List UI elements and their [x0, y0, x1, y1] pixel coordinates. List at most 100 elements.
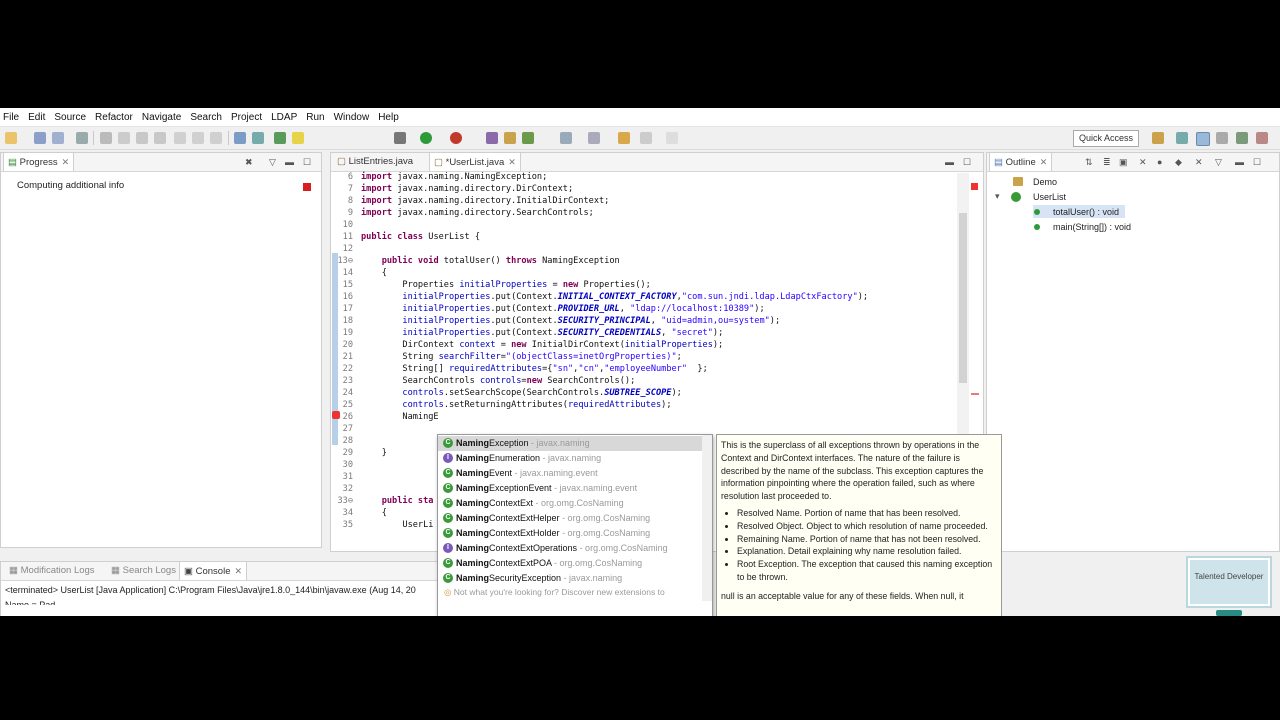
open-type-icon[interactable]	[234, 132, 246, 144]
menu-item[interactable]: File	[0, 112, 25, 123]
print-icon[interactable]	[76, 132, 88, 144]
ldap-perspective-icon[interactable]	[1236, 132, 1248, 144]
back-icon[interactable]	[618, 132, 630, 144]
maximize-icon[interactable]: ☐	[1253, 157, 1261, 168]
run-icon[interactable]	[420, 132, 432, 144]
menu-item[interactable]: Refactor	[92, 112, 139, 123]
maximize-icon[interactable]: ☐	[303, 157, 311, 168]
content-assist-footer[interactable]: ◎ Not what you're looking for? Discover …	[438, 585, 702, 599]
menu-item[interactable]: Search	[187, 112, 228, 123]
hide-nonpublic-icon[interactable]: ●	[1157, 157, 1162, 167]
java-ee-perspective-icon[interactable]	[1176, 132, 1188, 144]
new-package-icon[interactable]	[504, 132, 516, 144]
completion-item[interactable]: C NamingEvent - javax.naming.event	[438, 466, 706, 481]
view-menu-icon[interactable]: ▽	[1215, 157, 1222, 168]
code-line[interactable]: 9 import javax.naming.directory.SearchCon…	[331, 207, 951, 219]
code-text[interactable]: {	[361, 507, 387, 519]
new-class-icon[interactable]	[522, 132, 534, 144]
close-icon[interactable]: ✕	[234, 566, 242, 576]
code-text[interactable]: DirContext context = new InitialDirConte…	[361, 339, 723, 351]
hide-fields-icon[interactable]: ▣	[1119, 157, 1128, 168]
tab-userlist[interactable]: ▢ *UserList.java ✕	[429, 153, 521, 171]
completion-item[interactable]: I NamingEnumeration - javax.naming	[438, 451, 706, 466]
sort-icon[interactable]: ≣	[1103, 157, 1111, 168]
code-line[interactable]: 15 Properties initialProperties = new Pr…	[331, 279, 951, 291]
code-line[interactable]: 22 String[] requiredAttributes={"sn","cn…	[331, 363, 951, 375]
step-over-icon[interactable]	[192, 132, 204, 144]
more-extensions-link[interactable]: Not what you're looking for? Discover ne…	[454, 587, 665, 597]
code-line[interactable]: 18 initialProperties.put(Context.SECURIT…	[331, 315, 951, 327]
content-assist-scrollbar[interactable]	[702, 435, 712, 601]
scrollbar-thumb[interactable]	[959, 213, 967, 383]
terminate-icon[interactable]	[136, 132, 148, 144]
view-menu-icon[interactable]: ▽	[269, 157, 276, 168]
collapse-all-icon[interactable]: ⇅	[1085, 157, 1093, 168]
code-text[interactable]: NamingE	[361, 411, 438, 423]
menu-item[interactable]: Help	[375, 112, 405, 123]
stop-icon[interactable]	[303, 183, 311, 191]
tab-outline[interactable]: ▤ Outline ✕	[989, 153, 1053, 171]
completion-item[interactable]: I NamingContextExtOperations - org.omg.Co…	[438, 541, 706, 556]
external-tools-icon[interactable]	[450, 132, 462, 144]
code-text[interactable]: import javax.naming.directory.InitialDir…	[361, 195, 609, 207]
menu-item[interactable]: Project	[228, 112, 268, 123]
code-text[interactable]: controls.setSearchScope(SearchControls.S…	[361, 387, 681, 399]
code-text[interactable]: import javax.naming.NamingException;	[361, 171, 547, 183]
code-text[interactable]: import javax.naming.directory.SearchCont…	[361, 207, 594, 219]
code-text[interactable]: public class UserList {	[361, 231, 480, 243]
code-line[interactable]: 11 public class UserList {	[331, 231, 951, 243]
code-line[interactable]: 23 SearchControls controls=new SearchCon…	[331, 375, 951, 387]
next-annotation-icon[interactable]	[588, 132, 600, 144]
completion-item[interactable]: C NamingSecurityException - javax.naming	[438, 571, 706, 586]
disconnect-icon[interactable]	[154, 132, 166, 144]
code-text[interactable]: }	[361, 447, 387, 459]
code-line[interactable]: 16 initialProperties.put(Context.INITIAL…	[331, 291, 951, 303]
code-line[interactable]: 17 initialProperties.put(Context.PROVIDE…	[331, 303, 951, 315]
code-line[interactable]: 6 import javax.naming.NamingException;	[331, 171, 951, 183]
outline-item-main[interactable]: main(String[]) : void	[1053, 222, 1131, 232]
chevron-down-icon[interactable]: ▾	[995, 191, 1000, 202]
outline-item-demo[interactable]: Demo	[1033, 177, 1057, 187]
code-line[interactable]: 25 controls.setReturningAttributes(requi…	[331, 399, 951, 411]
completion-item[interactable]: C NamingException - javax.naming	[438, 436, 706, 451]
completion-item[interactable]: C NamingContextExt - org.omg.CosNaming	[438, 496, 706, 511]
code-line[interactable]: 7 import javax.naming.directory.DirContex…	[331, 183, 951, 195]
remove-all-icon[interactable]: ✖	[245, 157, 253, 168]
code-text[interactable]: public void totalUser() throws NamingExc…	[361, 255, 620, 267]
menu-item[interactable]: Edit	[25, 112, 51, 123]
code-text[interactable]: initialProperties.put(Context.SECURITY_P…	[361, 315, 780, 327]
code-text[interactable]: initialProperties.put(Context.PROVIDER_U…	[361, 303, 764, 315]
code-line[interactable]: 24 controls.setSearchScope(SearchControl…	[331, 387, 951, 399]
completion-item[interactable]: C NamingContextExtHelper - org.omg.CosNam…	[438, 511, 706, 526]
save-icon[interactable]	[34, 132, 46, 144]
close-icon[interactable]: ✕	[508, 157, 516, 167]
code-text[interactable]: import javax.naming.directory.DirContext…	[361, 183, 573, 195]
forward-disabled-icon[interactable]	[666, 132, 678, 144]
highlight-icon[interactable]	[292, 132, 304, 144]
outline-item-userlist[interactable]: UserList	[1033, 192, 1066, 202]
code-text[interactable]: controls.setReturningAttributes(required…	[361, 399, 671, 411]
menu-item[interactable]: Navigate	[139, 112, 187, 123]
hierarchy-icon[interactable]	[252, 132, 264, 144]
code-line[interactable]: 21 String searchFilter="(objectClass=ine…	[331, 351, 951, 363]
code-text[interactable]: Properties initialProperties = new Prope…	[361, 279, 650, 291]
minimize-icon[interactable]: ▬	[1235, 157, 1244, 167]
code-text[interactable]: initialProperties.put(Context.SECURITY_C…	[361, 327, 723, 339]
forward-icon[interactable]	[640, 132, 652, 144]
save-all-icon[interactable]	[52, 132, 64, 144]
open-perspective-icon[interactable]	[1152, 132, 1164, 144]
open-task-icon[interactable]	[274, 132, 286, 144]
resume-icon[interactable]	[118, 132, 130, 144]
outline-item-totaluser[interactable]: totalUser() : void	[1053, 207, 1119, 217]
code-line[interactable]: 8 import javax.naming.directory.InitialDi…	[331, 195, 951, 207]
menu-item[interactable]: Window	[331, 112, 376, 123]
step-into-icon[interactable]	[174, 132, 186, 144]
quick-access-field[interactable]: Quick Access	[1073, 130, 1139, 147]
close-icon[interactable]: ✕	[62, 157, 70, 167]
tab-modification-logs[interactable]: ▦ Modification Logs	[5, 562, 99, 580]
java-perspective-icon[interactable]	[1196, 132, 1210, 146]
git-perspective-icon[interactable]	[1256, 132, 1268, 144]
menu-item[interactable]: Run	[303, 112, 330, 123]
code-text[interactable]: String[] requiredAttributes={"sn","cn","…	[361, 363, 707, 375]
close-icon[interactable]: ✕	[1040, 157, 1048, 167]
